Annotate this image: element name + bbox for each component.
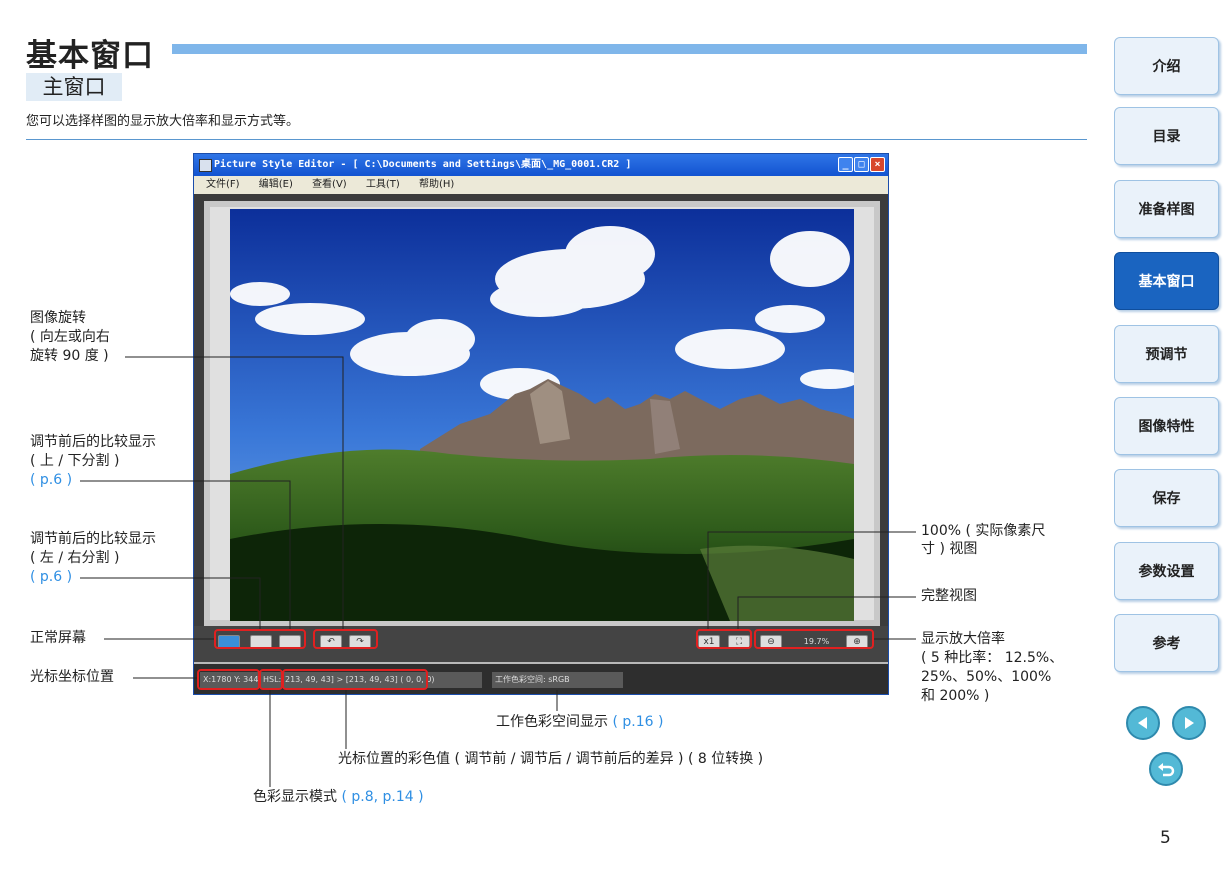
color-mode-page-link[interactable]: ( p.8, p.14 ) [341, 789, 423, 805]
fit-view-annotation: 完整视图 [921, 588, 977, 604]
workspace-page-link[interactable]: ( p.16 ) [612, 714, 663, 730]
ud-compare-page-link[interactable]: ( p.6 ) [30, 471, 72, 490]
ud-compare-annotation-line2: ( 上 / 下分割 ) [30, 453, 120, 469]
workspace-annotation: 工作色彩空间显示 ( p.16 ) [496, 713, 663, 732]
color-value-annotation: 光标位置的彩色值 ( 调节前 / 调节后 / 调节前后的差异 ) ( 8 位转换… [338, 751, 764, 767]
rotate-annotation-line1: 图像旋转 [30, 310, 86, 326]
zoom-annotation-line1: 显示放大倍率 [921, 631, 1005, 647]
actual-size-annotation-line1: 100% ( 实际像素尺 [921, 523, 1046, 539]
color-mode-annotation: 色彩显示模式 ( p.8, p.14 ) [253, 788, 424, 807]
lr-compare-annotation-line1: 调节前后的比较显示 [30, 531, 156, 547]
actual-size-annotation-line2: 寸 ) 视图 [921, 541, 978, 557]
rotate-annotation-line2: ( 向左或向右 [30, 329, 110, 345]
lr-compare-page-link[interactable]: ( p.6 ) [30, 568, 72, 587]
zoom-annotation-line3: 25%、50%、100% [921, 669, 1052, 685]
cursor-position-annotation: 光标坐标位置 [30, 669, 114, 685]
lr-compare-annotation-line2: ( 左 / 右分割 ) [30, 550, 120, 566]
normal-screen-annotation: 正常屏幕 [30, 630, 86, 646]
zoom-annotation-line4: 和 200% ) [921, 688, 990, 704]
workspace-annotation-text: 工作色彩空间显示 [496, 714, 608, 730]
color-mode-annotation-text: 色彩显示模式 [253, 789, 337, 805]
zoom-annotation-line2: ( 5 种比率： 12.5%、 [921, 650, 1064, 666]
ud-compare-annotation-line1: 调节前后的比较显示 [30, 434, 156, 450]
rotate-annotation-line3: 旋转 90 度 ) [30, 348, 109, 364]
callout-lines [80, 356, 916, 787]
